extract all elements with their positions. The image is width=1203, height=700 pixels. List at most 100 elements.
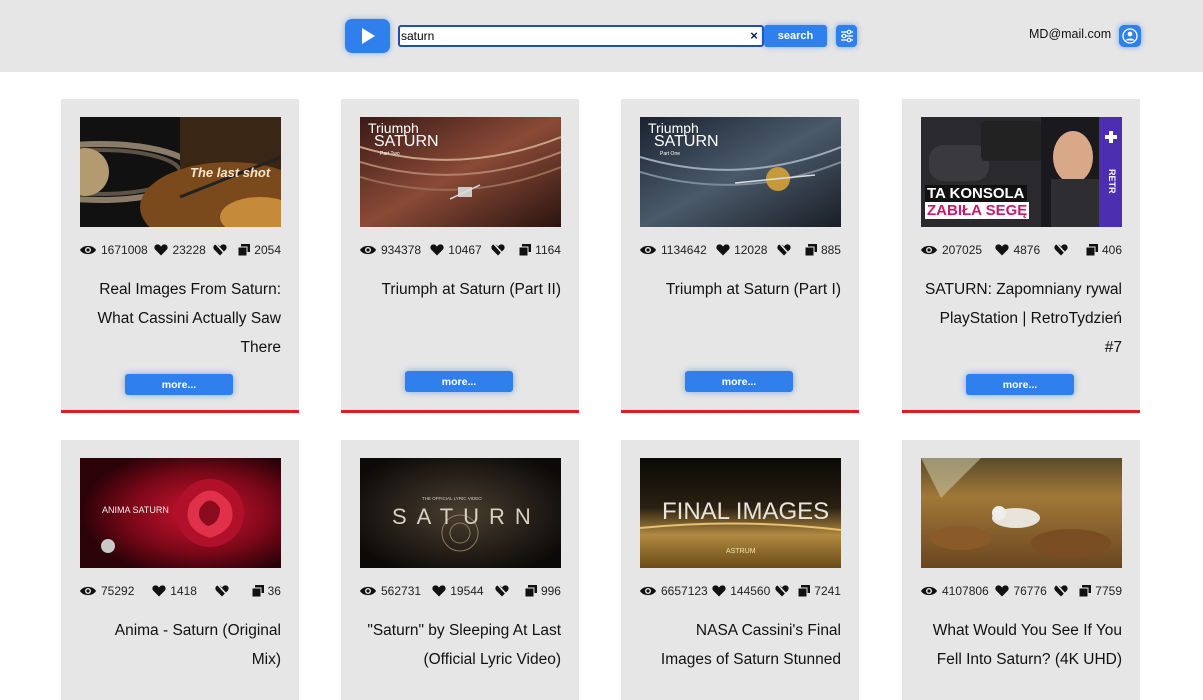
video-card: TA KONSOLA ZABIŁA SEGĘ RETR 207025 4876 … [902, 99, 1140, 413]
video-thumbnail[interactable]: THE OFFICIAL LYRIC VIDEO SATURN [360, 458, 561, 568]
views-count: 562731 [381, 584, 422, 598]
comments-icon [238, 244, 251, 256]
dislikes-stat [775, 585, 794, 597]
eye-icon [360, 245, 376, 255]
dislikes-stat [1053, 585, 1073, 597]
comments-stat: 406 [1085, 243, 1122, 257]
views-count: 1671008 [101, 243, 148, 257]
eye-icon [80, 586, 96, 596]
thumbnail-image [921, 458, 1122, 568]
video-title[interactable]: Anima - Saturn (Original Mix) [79, 616, 281, 674]
video-title[interactable]: "Saturn" by Sleeping At Last (Official L… [359, 616, 561, 674]
heart-icon [154, 244, 169, 256]
views-count: 75292 [101, 584, 135, 598]
views-stat: 1671008 [79, 243, 148, 257]
video-thumbnail[interactable]: TA KONSOLA ZABIŁA SEGĘ RETR [921, 117, 1122, 227]
likes-stat: 76776 [995, 584, 1047, 598]
thumbnail-caption: FINAL IMAGES [662, 498, 830, 525]
user-icon [1122, 28, 1138, 44]
play-icon [361, 28, 375, 44]
likes-stat: 4876 [995, 243, 1040, 257]
broken-heart-icon [777, 244, 791, 256]
comments-count: 36 [267, 584, 281, 598]
views-count: 207025 [942, 243, 983, 257]
video-thumbnail[interactable]: The last shot [80, 117, 281, 227]
heart-icon [716, 244, 730, 256]
play-logo-button[interactable] [345, 19, 390, 53]
more-button[interactable]: more... [125, 374, 233, 395]
comments-count: 885 [820, 243, 841, 257]
user-email: MD@mail.com [1029, 27, 1112, 41]
sliders-icon [840, 29, 853, 43]
heart-icon [430, 244, 444, 256]
clear-search-icon[interactable]: × [746, 27, 762, 45]
comments-count: 996 [540, 584, 561, 598]
video-card: Triumph SATURN Part One 1134642 12028 88… [621, 99, 859, 413]
user-avatar-button[interactable] [1119, 25, 1141, 47]
broken-heart-icon [775, 585, 789, 597]
video-card: Triumph SATURN Part Two 934378 10467 116… [341, 99, 579, 413]
comments-stat: 1164 [519, 243, 561, 257]
likes-count: 12028 [734, 243, 768, 257]
video-stats: 4107806 76776 7759 [920, 582, 1122, 600]
video-thumbnail[interactable]: ANIMA SATURN [80, 458, 281, 568]
heart-icon [995, 585, 1010, 597]
eye-icon [921, 586, 937, 596]
comments-stat: 7241 [798, 584, 841, 598]
views-count: 6657123 [661, 584, 708, 598]
views-stat: 207025 [920, 243, 982, 257]
likes-stat: 23228 [154, 243, 206, 257]
video-stats: 6657123 144560 7241 [639, 582, 841, 600]
broken-heart-icon [495, 585, 509, 597]
heart-icon [432, 585, 446, 597]
comments-stat: 2054 [238, 243, 281, 257]
video-stats: 934378 10467 1164 [359, 241, 561, 259]
video-card: 4107806 76776 7759 What Would You See If… [902, 440, 1140, 700]
comments-count: 7759 [1095, 584, 1122, 598]
comments-count: 1164 [535, 243, 561, 257]
likes-count: 4876 [1013, 243, 1041, 257]
video-title[interactable]: Triumph at Saturn (Part I) [639, 275, 841, 304]
thumbnail-caption: SATURN [654, 133, 719, 150]
dislikes-stat [1053, 244, 1073, 256]
likes-stat: 1418 [152, 584, 197, 598]
comments-icon [798, 585, 811, 597]
video-thumbnail[interactable]: FINAL IMAGES ASTRUM [640, 458, 841, 568]
more-button[interactable]: more... [685, 371, 793, 392]
broken-heart-icon [1053, 244, 1068, 256]
video-thumbnail[interactable]: Triumph SATURN Part Two [360, 117, 561, 227]
comments-icon [519, 244, 532, 256]
video-title[interactable]: SATURN: Zapomniany rywal PlayStation | R… [920, 275, 1122, 362]
video-title[interactable]: Real Images From Saturn: What Cassini Ac… [79, 275, 282, 362]
thumbnail-caption: Part One [660, 151, 681, 157]
views-count: 1134642 [661, 243, 707, 257]
video-title[interactable]: Triumph at Saturn (Part II) [359, 275, 561, 304]
search-button[interactable]: search [764, 25, 827, 47]
search-box: × [398, 25, 764, 47]
video-stats: 1671008 23228 2054 [79, 241, 281, 259]
comments-icon [251, 585, 264, 597]
search-input[interactable] [400, 27, 746, 45]
broken-heart-icon [491, 244, 505, 256]
likes-stat: 144560 [712, 584, 770, 598]
views-stat: 75292 [79, 584, 134, 598]
video-thumbnail[interactable]: Triumph SATURN Part One [640, 117, 841, 227]
video-title[interactable]: What Would You See If You Fell Into Satu… [920, 616, 1122, 674]
views-stat: 934378 [359, 243, 421, 257]
more-button[interactable]: more... [966, 374, 1074, 395]
video-thumbnail[interactable] [921, 458, 1122, 568]
thumbnail-caption: SATURN [392, 504, 541, 529]
more-button[interactable]: more... [405, 371, 513, 392]
dislikes-stat [215, 585, 234, 597]
likes-count: 19544 [450, 584, 484, 598]
thumbnail-caption: RETR [1107, 169, 1117, 194]
likes-count: 76776 [1013, 584, 1047, 598]
filter-settings-button[interactable] [836, 25, 857, 47]
comments-icon [524, 585, 537, 597]
eye-icon [640, 245, 656, 255]
video-title[interactable]: NASA Cassini's Final Images of Saturn St… [639, 616, 841, 674]
thumbnail-caption: The last shot [190, 165, 271, 180]
thumbnail-caption: THE OFFICIAL LYRIC VIDEO [422, 496, 482, 501]
likes-count: 144560 [730, 584, 771, 598]
comments-stat: 36 [251, 584, 281, 598]
